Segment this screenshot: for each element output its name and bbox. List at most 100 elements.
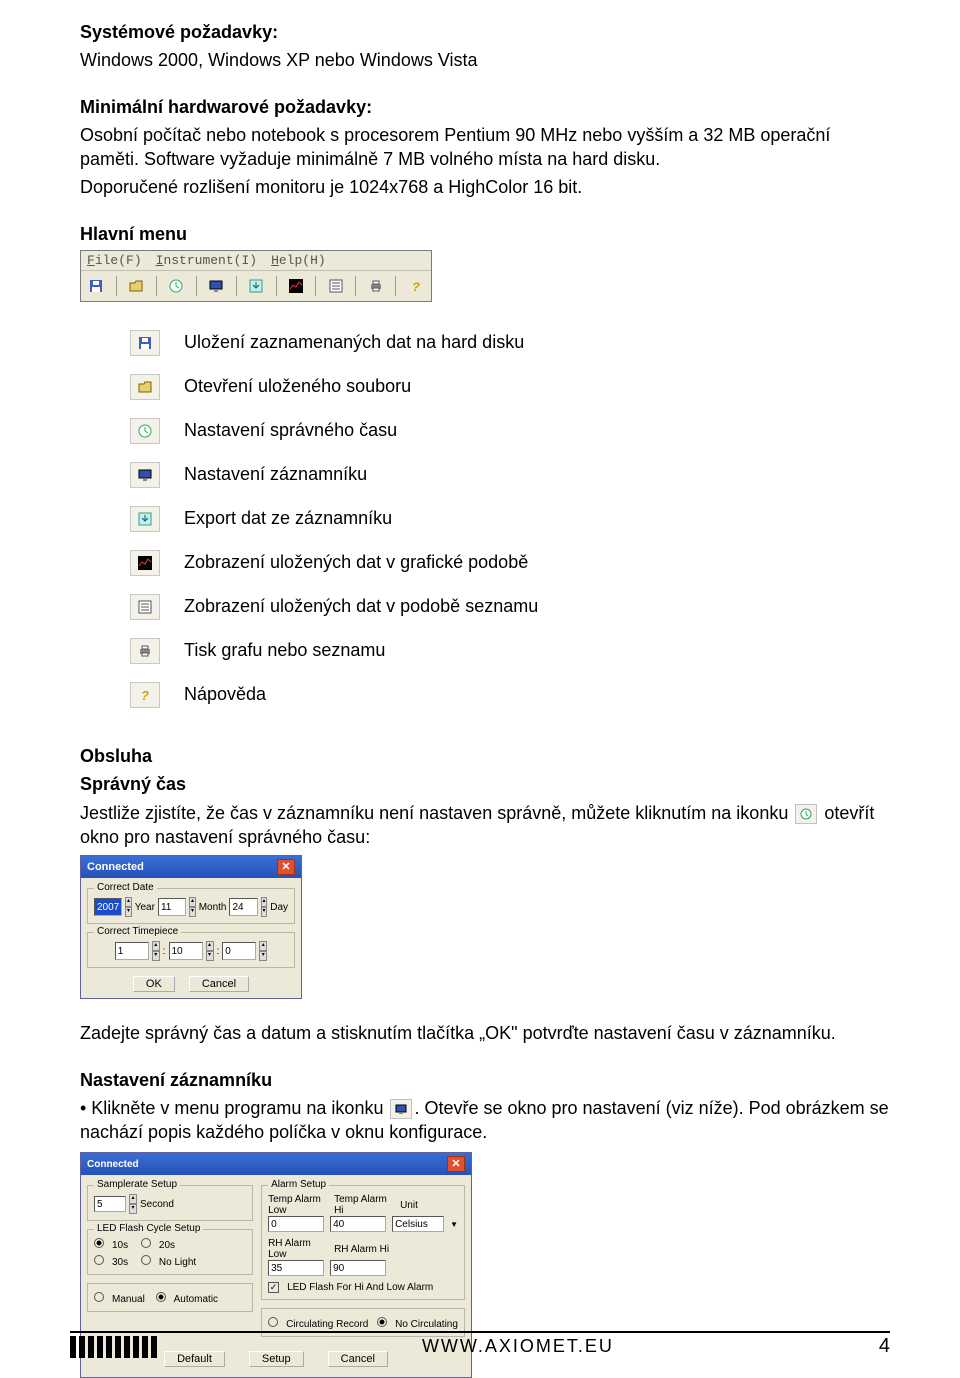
label-temp-hi: Temp Alarm Hi	[334, 1194, 394, 1216]
group-correct-time: Correct Timepiece	[94, 926, 181, 937]
radio-no-circulating[interactable]	[377, 1317, 387, 1327]
desc-open: Otevření uloženého souboru	[184, 374, 411, 397]
close-icon[interactable]: ✕	[447, 1156, 465, 1172]
help-icon: ?	[130, 682, 160, 708]
chart-icon[interactable]	[284, 275, 307, 297]
radio-manual[interactable]	[94, 1292, 104, 1302]
hour-spinner[interactable]: ▴▾	[152, 941, 160, 961]
day-spinner[interactable]: ▴▾	[261, 897, 267, 917]
download-icon	[130, 506, 160, 532]
monitor-settings-icon	[130, 462, 160, 488]
day-label: Day	[270, 902, 288, 913]
ok-button[interactable]: OK	[133, 976, 175, 992]
year-label: Year	[135, 902, 155, 913]
text-hw-req-body2: Doporučené rozlišení monitoru je 1024x76…	[80, 175, 890, 199]
desc-save: Uložení zaznamenaných dat na hard disku	[184, 330, 524, 353]
chevron-down-icon[interactable]: ▼	[450, 1220, 458, 1229]
desc-chart: Zobrazení uložených dat v grafické podob…	[184, 550, 528, 573]
desc-export: Export dat ze záznamníku	[184, 506, 392, 529]
rh-hi-input[interactable]: 90	[330, 1260, 386, 1276]
month-label: Month	[199, 902, 227, 913]
year-input[interactable]: 2007	[94, 898, 122, 916]
radio-30s[interactable]	[94, 1255, 104, 1265]
temp-unit-select[interactable]: Celsius	[392, 1216, 444, 1232]
cancel-button[interactable]: Cancel	[189, 976, 249, 992]
save-icon	[130, 330, 160, 356]
day-input[interactable]: 24	[229, 898, 257, 916]
samplerate-input[interactable]: 5	[94, 1196, 126, 1212]
second-input[interactable]: 0	[222, 942, 256, 960]
page-footer: WWW.AXIOMET.EU 4	[70, 1331, 890, 1358]
label-rh-hi: RH Alarm Hi	[334, 1244, 389, 1255]
desc-clock: Nastavení správného času	[184, 418, 397, 441]
hour-input[interactable]: 1	[115, 942, 149, 960]
samplerate-unit: Second	[140, 1199, 174, 1210]
rh-low-input[interactable]: 35	[268, 1260, 324, 1276]
minute-spinner[interactable]: ▴▾	[206, 941, 214, 961]
heading-obsluha: Obsluha	[80, 744, 890, 768]
menu-help[interactable]: Help(H)	[271, 253, 326, 268]
group-alarm: Alarm Setup	[268, 1179, 329, 1190]
radio-20s[interactable]	[141, 1238, 151, 1248]
text-hw-req-body1: Osobní počítač nebo notebook s procesore…	[80, 123, 890, 172]
svg-text:?: ?	[412, 280, 420, 293]
toolbar-window: File(F) Instrument(I) Help(H) ?	[80, 250, 432, 302]
temp-low-input[interactable]: 0	[268, 1216, 324, 1232]
radio-automatic[interactable]	[156, 1292, 166, 1302]
radio-circulating[interactable]	[268, 1317, 278, 1327]
desc-help: Nápověda	[184, 682, 266, 705]
month-spinner[interactable]: ▴▾	[189, 897, 195, 917]
checkbox-led-flash-alarm[interactable]	[268, 1282, 279, 1293]
menu-instrument[interactable]: Instrument(I)	[156, 253, 257, 268]
open-icon[interactable]	[125, 275, 148, 297]
clock-icon	[130, 418, 160, 444]
list-icon[interactable]	[324, 275, 347, 297]
save-icon[interactable]	[85, 275, 108, 297]
text-nast-bullet: • Klikněte v menu programu na ikonku . O…	[80, 1096, 890, 1145]
help-icon[interactable]: ?	[404, 275, 427, 297]
group-correct-date: Correct Date	[94, 882, 157, 893]
list-icon	[130, 594, 160, 620]
dialog-title: Connected	[87, 861, 144, 873]
text-spravny-cas: Jestliže zjistíte, že čas v záznamníku n…	[80, 801, 890, 850]
print-icon[interactable]	[364, 275, 387, 297]
dialog-correct-time: Connected ✕ Correct Date 2007▴▾ Year 11▴…	[80, 855, 302, 999]
barcode-icon	[70, 1336, 157, 1358]
footer-url: WWW.AXIOMET.EU	[422, 1336, 614, 1357]
heading-spravny-cas: Správný čas	[80, 772, 890, 796]
month-input[interactable]: 11	[158, 898, 186, 916]
text-sys-req-body: Windows 2000, Windows XP nebo Windows Vi…	[80, 48, 890, 72]
monitor-settings-icon[interactable]	[205, 275, 228, 297]
chart-icon	[130, 550, 160, 576]
toolbar-menubar: File(F) Instrument(I) Help(H)	[81, 251, 431, 271]
page-number: 4	[879, 1335, 890, 1358]
group-led-cycle: LED Flash Cycle Setup	[94, 1223, 203, 1234]
desc-print: Tisk grafu nebo seznamu	[184, 638, 385, 661]
clock-icon[interactable]	[165, 275, 188, 297]
heading-nastaveni-zaznamniku: Nastavení záznamníku	[80, 1068, 890, 1092]
open-icon	[130, 374, 160, 400]
samplerate-spinner[interactable]: ▴▾	[129, 1194, 137, 1214]
clock-icon	[795, 804, 817, 824]
heading-main-menu: Hlavní menu	[80, 222, 890, 246]
print-icon	[130, 638, 160, 664]
group-samplerate: Samplerate Setup	[94, 1179, 180, 1190]
temp-hi-input[interactable]: 40	[330, 1216, 386, 1232]
text-zadejte: Zadejte správný čas a datum a stisknutím…	[80, 1021, 890, 1045]
heading-system-requirements: Systémové požadavky:	[80, 20, 890, 44]
label-temp-unit: Unit	[400, 1200, 418, 1211]
label-rh-low: RH Alarm Low	[268, 1238, 328, 1260]
year-spinner[interactable]: ▴▾	[125, 897, 131, 917]
svg-text:?: ?	[141, 688, 149, 702]
download-icon[interactable]	[245, 275, 268, 297]
label-temp-low: Temp Alarm Low	[268, 1194, 328, 1216]
dialog-title: Connected	[87, 1159, 139, 1170]
desc-list: Zobrazení uložených dat v podobě seznamu	[184, 594, 538, 617]
menu-file[interactable]: File(F)	[87, 253, 142, 268]
radio-nolight[interactable]	[141, 1255, 151, 1265]
monitor-settings-icon	[390, 1099, 412, 1119]
radio-10s[interactable]	[94, 1238, 104, 1248]
minute-input[interactable]: 10	[169, 942, 203, 960]
close-icon[interactable]: ✕	[277, 859, 295, 875]
second-spinner[interactable]: ▴▾	[259, 941, 267, 961]
